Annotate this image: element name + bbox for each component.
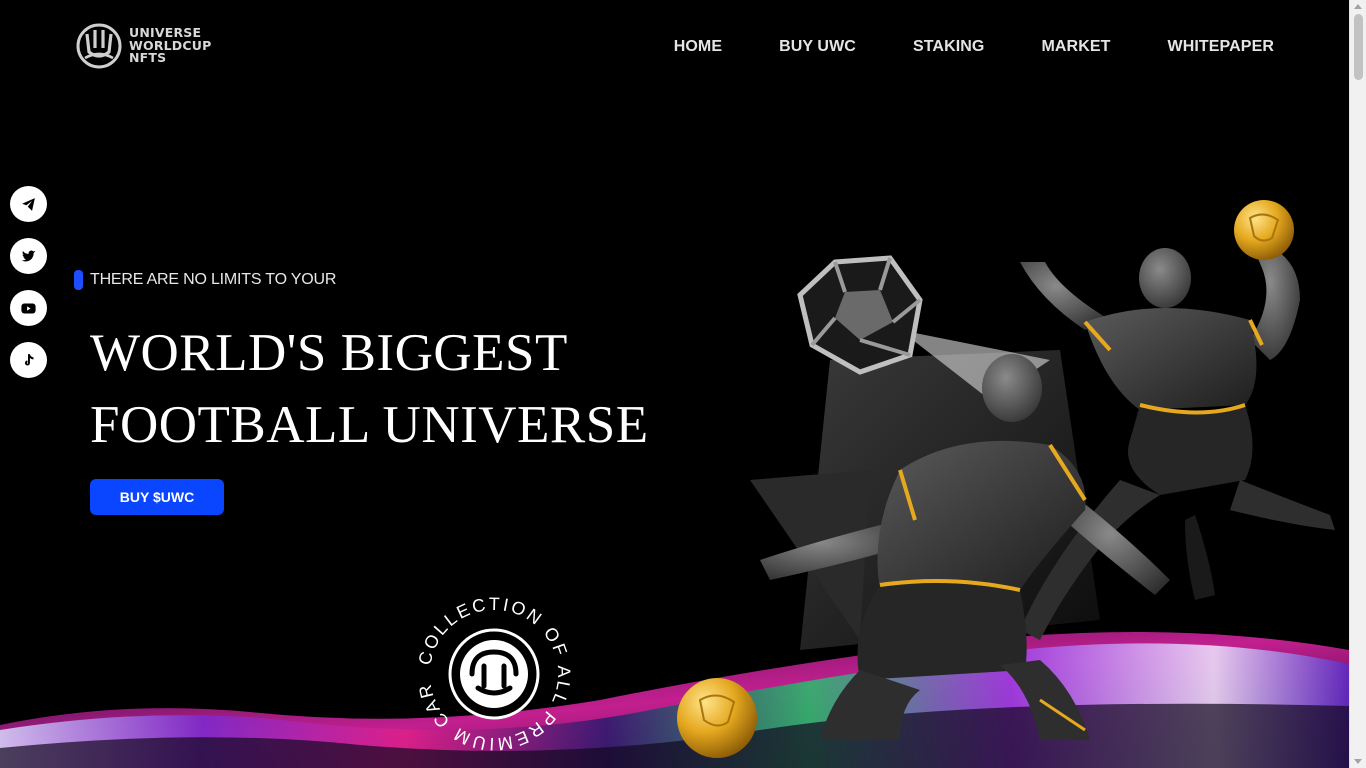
- headline-line-2: FOOTBALL UNIVERSE: [90, 396, 649, 454]
- page-scrollbar[interactable]: [1349, 0, 1366, 768]
- tiktok-button[interactable]: [10, 342, 47, 378]
- gold-ball-bottom-shape: [677, 678, 757, 758]
- collection-badge: COLLECTION OF ALL PREMIUM CARD ·: [408, 588, 572, 754]
- nav-buy-uwc[interactable]: BUY UWC: [779, 38, 856, 56]
- youtube-icon: [21, 303, 36, 313]
- gold-ball-top-shape: [1234, 200, 1294, 260]
- twitter-icon: [21, 250, 36, 261]
- site-header: UNIVERSE WORLDCUP NFTS HOME BUY UWC STAK…: [0, 0, 1349, 100]
- brand-wordmark: UNIVERSE WORLDCUP NFTS: [129, 27, 211, 65]
- eyebrow-text: THERE ARE NO LIMITS TO YOUR: [90, 271, 337, 288]
- nav-whitepaper[interactable]: WHITEPAPER: [1168, 38, 1274, 56]
- twitter-button[interactable]: [10, 238, 47, 274]
- headline-line-1: WORLD'S BIGGEST: [90, 324, 568, 382]
- player-flying-shape: [1020, 240, 1335, 640]
- eyebrow-accent-bar: [74, 270, 83, 290]
- brand-line-3: NFTS: [129, 50, 167, 66]
- hero-eyebrow: THERE ARE NO LIMITS TO YOUR: [74, 270, 336, 290]
- nav-home[interactable]: HOME: [674, 38, 722, 56]
- youtube-button[interactable]: [10, 290, 47, 326]
- crystal-ball-shape: [797, 255, 923, 375]
- scroll-up-arrow-icon[interactable]: [1354, 4, 1362, 9]
- telegram-icon: [22, 197, 35, 211]
- tiktok-icon: [24, 353, 34, 365]
- buy-uwc-button[interactable]: BUY $UWC: [90, 479, 224, 515]
- nav-market[interactable]: MARKET: [1041, 38, 1110, 56]
- brand-logo[interactable]: UNIVERSE WORLDCUP NFTS: [75, 22, 211, 70]
- logo-emblem-icon: [76, 23, 122, 69]
- telegram-button[interactable]: [10, 186, 47, 222]
- player-kneeling-shape: [760, 354, 1170, 740]
- hero-headline: WORLD'S BIGGEST FOOTBALL UNIVERSE: [90, 317, 649, 461]
- nav-staking[interactable]: STAKING: [913, 38, 985, 56]
- scroll-down-arrow-icon[interactable]: [1354, 759, 1362, 764]
- social-links: [10, 186, 47, 378]
- main-nav: HOME BUY UWC STAKING MARKET WHITEPAPER: [674, 38, 1274, 56]
- scrollbar-thumb[interactable]: [1354, 14, 1363, 80]
